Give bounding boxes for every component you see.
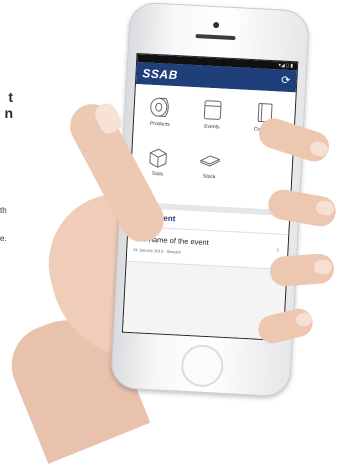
cropped-body-fragment-1: th — [0, 206, 7, 215]
cropped-heading-fragment-1: t — [8, 89, 13, 105]
front-camera — [212, 21, 220, 29]
stock-plate-icon — [199, 155, 221, 167]
tools-box-icon — [149, 148, 167, 168]
tile-label: Products — [149, 120, 170, 128]
tile-label: Stock — [202, 173, 216, 181]
tile-tools[interactable]: Tools — [137, 144, 179, 178]
refresh-icon[interactable]: ⟳ — [281, 75, 291, 87]
chevron-right-icon: › — [275, 244, 280, 256]
tile-stock[interactable]: Stock — [189, 147, 231, 181]
event-date-location: 24 January 2013 - Sweden — [133, 247, 182, 255]
events-calendar-icon — [203, 100, 222, 120]
tile-events[interactable]: Events — [192, 97, 234, 131]
products-coil-icon — [150, 97, 169, 118]
home-button[interactable] — [180, 343, 225, 388]
earpiece-speaker — [195, 34, 236, 41]
cropped-body-fragment-2: e. — [0, 234, 7, 243]
brand-logo: SSAB — [142, 66, 179, 83]
cropped-heading-fragment-2: n — [4, 105, 13, 121]
tile-label: Events — [203, 123, 220, 131]
tile-products[interactable]: Products — [140, 94, 182, 128]
